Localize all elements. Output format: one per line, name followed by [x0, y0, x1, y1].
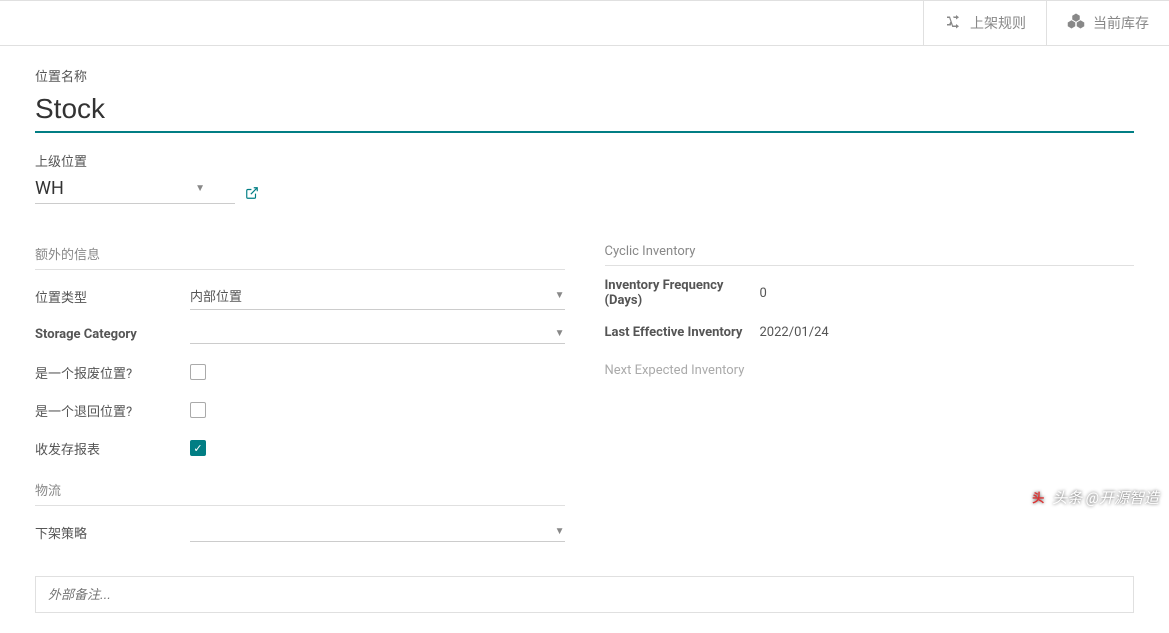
additional-info-section-title: 额外的信息: [35, 244, 565, 270]
putaway-rules-label: 上架规则: [970, 13, 1026, 33]
watermark-text: 头条 @开源智造: [1052, 487, 1159, 508]
parent-location-row: 上级位置 WH ▼: [35, 151, 1134, 204]
location-type-label: 位置类型: [35, 287, 190, 306]
location-name-label: 位置名称: [35, 66, 1134, 85]
right-column: Cyclic Inventory Inventory Frequency (Da…: [605, 244, 1135, 556]
parent-location-label: 上级位置: [35, 151, 235, 170]
storage-category-label: Storage Category: [35, 327, 190, 342]
removal-strategy-label: 下架策略: [35, 523, 190, 542]
is-return-label: 是一个退回位置?: [35, 401, 190, 420]
parent-location-select[interactable]: WH ▼: [35, 174, 235, 204]
chevron-down-icon: ▼: [555, 290, 565, 301]
is-scrap-label: 是一个报废位置?: [35, 363, 190, 382]
storage-category-select[interactable]: ▼: [190, 324, 565, 344]
inventory-frequency-label: Inventory Frequency (Days): [605, 278, 760, 308]
is-scrap-checkbox[interactable]: [190, 364, 206, 380]
next-expected-label: Next Expected Inventory: [605, 363, 760, 378]
is-return-checkbox[interactable]: [190, 402, 206, 418]
chevron-down-icon: ▼: [195, 183, 205, 194]
watermark-icon: 头: [1028, 488, 1048, 508]
toolbar: 上架规则 当前库存: [0, 0, 1169, 46]
chevron-down-icon: ▼: [555, 328, 565, 339]
last-effective-label: Last Effective Inventory: [605, 325, 760, 340]
last-effective-value: 2022/01/24: [760, 325, 1135, 340]
current-stock-button[interactable]: 当前库存: [1046, 1, 1169, 45]
location-type-select[interactable]: 内部位置 ▼: [190, 282, 565, 310]
location-name-input[interactable]: [35, 89, 1134, 133]
current-stock-label: 当前库存: [1093, 13, 1149, 33]
removal-strategy-select[interactable]: ▼: [190, 522, 565, 542]
form-container: 位置名称 上级位置 WH ▼ 额外的信息 位置类型 内部位置 ▼ St: [0, 46, 1169, 633]
inventory-frequency-value[interactable]: 0: [760, 286, 1135, 301]
stock-report-label: 收发存报表: [35, 439, 190, 458]
watermark: 头 头条 @开源智造: [1028, 487, 1159, 508]
boxes-icon: [1067, 12, 1085, 34]
external-link-icon[interactable]: [245, 185, 259, 204]
two-column-layout: 额外的信息 位置类型 内部位置 ▼ Storage Category ▼ 是一个…: [35, 244, 1134, 556]
external-notes-input[interactable]: [35, 576, 1134, 613]
chevron-down-icon: ▼: [555, 526, 565, 537]
putaway-rules-button[interactable]: 上架规则: [923, 1, 1046, 45]
parent-location-value: WH: [35, 178, 64, 199]
logistics-section-title: 物流: [35, 480, 565, 506]
cyclic-inventory-section-title: Cyclic Inventory: [605, 244, 1135, 266]
location-type-value: 内部位置: [190, 286, 242, 305]
shuffle-icon: [944, 12, 962, 34]
left-column: 额外的信息 位置类型 内部位置 ▼ Storage Category ▼ 是一个…: [35, 244, 565, 556]
stock-report-checkbox[interactable]: ✓: [190, 440, 206, 456]
